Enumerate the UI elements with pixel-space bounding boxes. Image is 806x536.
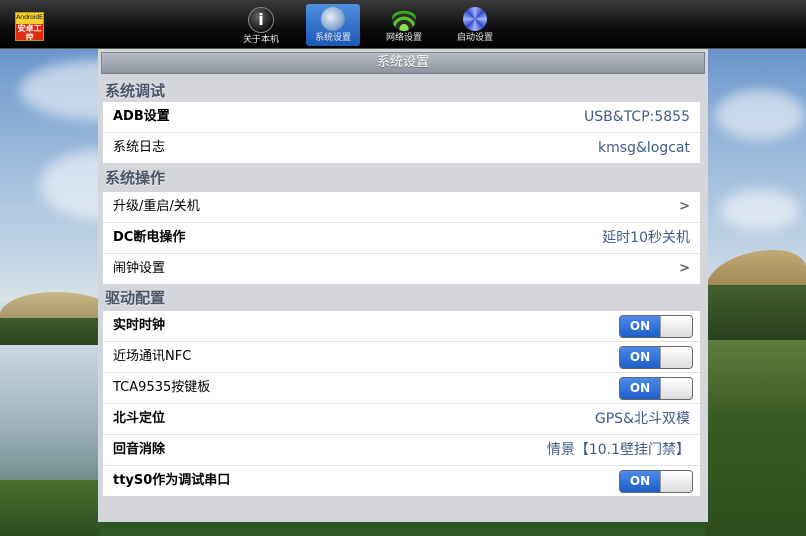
row-ttys0-debug-serial: ttyS0作为调试串口 ON <box>103 466 700 496</box>
row-label: 近场通讯NFC <box>113 349 192 364</box>
row-tca9535-keypad: TCA9535按键板 ON <box>103 373 700 404</box>
tab-label: 网络设置 <box>385 33 422 43</box>
row-label: 北斗定位 <box>113 411 166 426</box>
row-label: ttyS0作为调试串口 <box>113 473 231 488</box>
row-label: 升级/重启/关机 <box>113 199 200 214</box>
row-alarm-settings[interactable]: 闹钟设置 > <box>103 254 700 284</box>
tab-boot-settings[interactable]: 启动设置 <box>448 4 502 46</box>
top-toolbar: AndroidEx 安卓工控 i 关于本机 系统设置 网络设置 启动设置 <box>0 0 806 49</box>
row-value: USB&TCP:5855 <box>584 109 690 125</box>
toggle-on-label: ON <box>620 378 660 399</box>
row-label: 实时时钟 <box>113 318 166 333</box>
app-logo: AndroidEx 安卓工控 <box>15 12 44 41</box>
row-system-log[interactable]: 系统日志 kmsg&logcat <box>103 133 700 163</box>
row-value: kmsg&logcat <box>598 140 690 156</box>
tab-label: 启动设置 <box>456 33 493 43</box>
section-title-driver-config: 驱动配置 <box>105 289 166 307</box>
tab-system-settings[interactable]: 系统设置 <box>306 4 360 46</box>
tca9535-toggle[interactable]: ON <box>619 377 693 400</box>
toggle-knob <box>660 347 692 368</box>
info-icon: i <box>248 7 274 33</box>
group-driver-config: 实时时钟 ON 近场通讯NFC ON TCA9535按键板 ON 北斗定位 GP… <box>103 311 700 496</box>
tab-network-settings[interactable]: 网络设置 <box>377 4 431 46</box>
toggle-knob <box>660 471 692 492</box>
row-label: TCA9535按键板 <box>113 380 211 395</box>
row-value: GPS&北斗双模 <box>594 411 690 427</box>
tab-label: 关于本机 <box>242 35 279 45</box>
group-system-debug: ADB设置 USB&TCP:5855 系统日志 kmsg&logcat <box>103 102 700 163</box>
wifi-icon <box>392 7 416 31</box>
row-nfc: 近场通讯NFC ON <box>103 342 700 373</box>
toggle-knob <box>660 316 692 337</box>
chevron-right-icon: > <box>679 199 690 214</box>
row-value: 情景【10.1壁挂门禁】 <box>546 442 690 458</box>
row-value: 延时10秒关机 <box>602 230 690 246</box>
panel-title: 系统设置 <box>101 52 705 74</box>
row-label: DC断电操作 <box>113 230 186 245</box>
tab-about-device[interactable]: i 关于本机 <box>234 4 288 46</box>
row-echo-cancellation[interactable]: 回音消除 情景【10.1壁挂门禁】 <box>103 435 700 466</box>
toggle-on-label: ON <box>620 471 660 492</box>
logo-line2: 安卓工控 <box>16 24 43 41</box>
row-upgrade-reboot-shutdown[interactable]: 升级/重启/关机 > <box>103 192 700 223</box>
section-title-system-debug: 系统调试 <box>105 82 166 100</box>
row-rtc: 实时时钟 ON <box>103 311 700 342</box>
chevron-right-icon: > <box>679 261 690 276</box>
group-system-operations: 升级/重启/关机 > DC断电操作 延时10秒关机 闹钟设置 > <box>103 192 700 284</box>
row-beidou-positioning[interactable]: 北斗定位 GPS&北斗双模 <box>103 404 700 435</box>
ttys0-toggle[interactable]: ON <box>619 470 693 493</box>
rtc-toggle[interactable]: ON <box>619 315 693 338</box>
row-label: 闹钟设置 <box>113 261 166 276</box>
row-label: 系统日志 <box>113 140 166 155</box>
section-title-system-operations: 系统操作 <box>105 169 166 187</box>
settings-panel: 系统设置 系统调试 ADB设置 USB&TCP:5855 系统日志 kmsg&l… <box>98 49 708 522</box>
row-dc-power-off[interactable]: DC断电操作 延时10秒关机 <box>103 223 700 254</box>
nfc-toggle[interactable]: ON <box>619 346 693 369</box>
row-label: 回音消除 <box>113 442 166 457</box>
system-settings-icon <box>321 7 345 31</box>
toggle-on-label: ON <box>620 347 660 368</box>
toggle-on-label: ON <box>620 316 660 337</box>
boot-icon <box>463 7 487 31</box>
tab-label: 系统设置 <box>314 33 351 43</box>
logo-line1: AndroidEx <box>16 13 44 21</box>
row-label: ADB设置 <box>113 109 170 124</box>
row-adb-settings[interactable]: ADB设置 USB&TCP:5855 <box>103 102 700 133</box>
toggle-knob <box>660 378 692 399</box>
